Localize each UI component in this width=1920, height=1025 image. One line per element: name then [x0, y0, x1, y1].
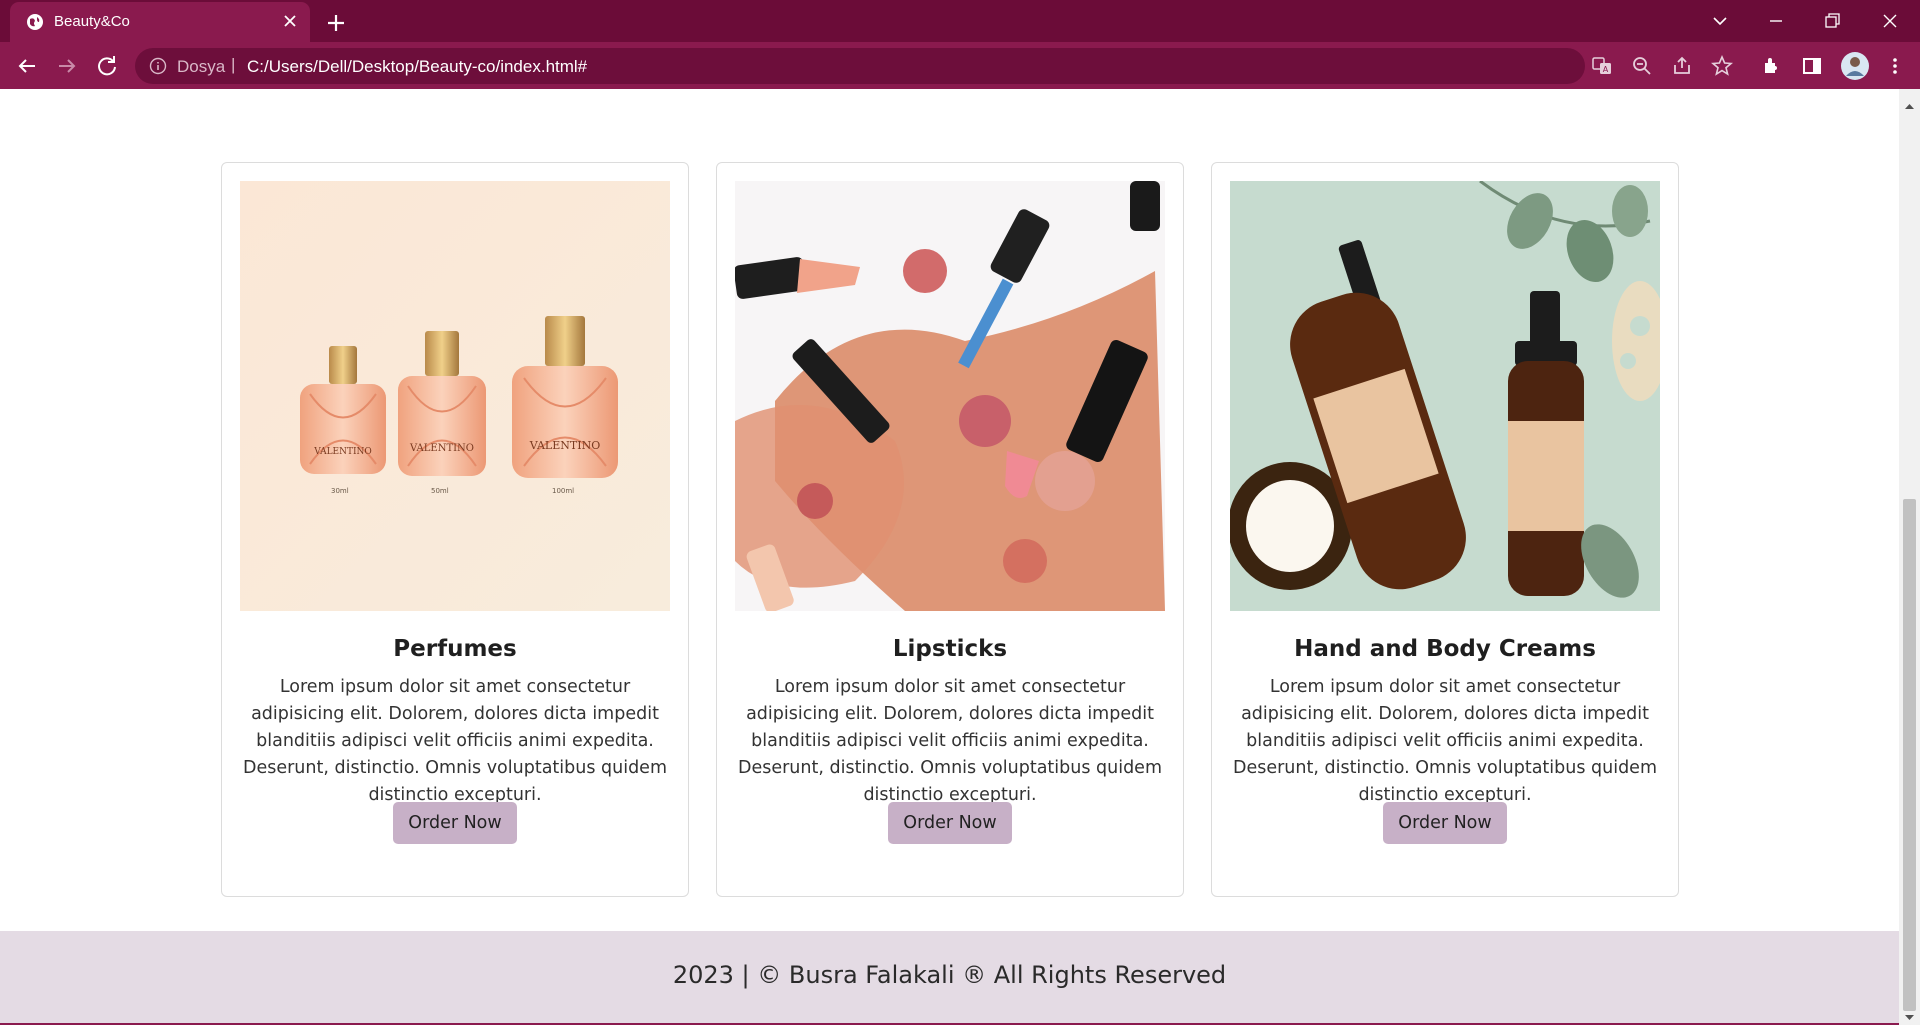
info-icon[interactable]: [149, 57, 167, 80]
forward-button[interactable]: [53, 52, 81, 80]
scroll-up-arrow-icon[interactable]: [1904, 95, 1915, 114]
back-button[interactable]: [13, 52, 41, 80]
address-url[interactable]: C:/Users/Dell/Desktop/Beauty-co/index.ht…: [247, 57, 587, 77]
minimize-icon[interactable]: [1762, 9, 1790, 33]
lipsticks-powder-image: [735, 181, 1165, 611]
scrollbar-thumb[interactable]: [1903, 499, 1916, 1011]
address-scheme-label: Dosya: [177, 57, 226, 76]
page-viewport: VALENTINO 30ml VALENTINO 50ml VALENTINO …: [0, 89, 1899, 1025]
product-description: Lorem ipsum dolor sit amet consectetur a…: [737, 677, 1163, 805]
product-card-lipsticks: Lipsticks Lorem ipsum dolor sit amet con…: [716, 162, 1184, 897]
bottle-label-3: VALENTINO: [529, 439, 600, 452]
extensions-icon[interactable]: [1760, 54, 1784, 78]
zoom-icon[interactable]: [1630, 54, 1654, 78]
product-description: Lorem ipsum dolor sit amet consectetur a…: [242, 677, 668, 805]
bottle-size-3: 100ml: [552, 487, 574, 495]
close-tab-icon[interactable]: [282, 13, 298, 33]
browser-toolbar: Dosya | C:/Users/Dell/Desktop/Beauty-co/…: [0, 42, 1920, 89]
side-panel-icon[interactable]: [1800, 54, 1824, 78]
product-title: Lipsticks: [892, 636, 1008, 662]
page-footer: 2023 | © Busra Falakali ® All Rights Res…: [0, 931, 1899, 1024]
globe-icon: [26, 13, 44, 35]
footer-copyright: 2023 | © Busra Falakali ® All Rights Res…: [672, 961, 1227, 989]
bottle-size-1: 30ml: [331, 487, 349, 495]
browser-tab[interactable]: Beauty&Co: [10, 2, 310, 42]
order-now-button[interactable]: Order Now: [888, 802, 1012, 844]
close-window-icon[interactable]: [1876, 9, 1904, 33]
bottle-size-2: 50ml: [431, 487, 449, 495]
product-description: Lorem ipsum dolor sit amet consectetur a…: [1232, 677, 1658, 805]
product-title: Hand and Body Creams: [1294, 636, 1596, 662]
vertical-scrollbar[interactable]: [1899, 89, 1920, 1025]
perfume-bottles-image: VALENTINO 30ml VALENTINO 50ml VALENTINO …: [240, 181, 670, 611]
product-card-perfumes: VALENTINO 30ml VALENTINO 50ml VALENTINO …: [221, 162, 689, 897]
address-separator: |: [231, 55, 236, 74]
tab-title: Beauty&Co: [54, 13, 130, 30]
tab-search-icon[interactable]: [1706, 9, 1734, 33]
tab-strip: Beauty&Co: [0, 0, 1920, 42]
order-now-button[interactable]: Order Now: [393, 802, 517, 844]
reload-button[interactable]: [93, 52, 121, 80]
profile-avatar[interactable]: [1840, 51, 1870, 81]
order-now-button[interactable]: Order Now: [1383, 802, 1507, 844]
svg-text:A: A: [1603, 65, 1609, 74]
cream-bottles-image: [1230, 181, 1660, 611]
translate-icon[interactable]: A: [1590, 54, 1614, 78]
bottle-label-2: VALENTINO: [409, 443, 474, 454]
scroll-down-arrow-icon[interactable]: [1904, 1007, 1915, 1025]
new-tab-button[interactable]: [322, 9, 350, 37]
bottle-label-1: VALENTINO: [313, 447, 372, 457]
menu-kebab-icon[interactable]: [1883, 54, 1907, 78]
bookmark-star-icon[interactable]: [1710, 54, 1734, 78]
address-bar[interactable]: Dosya | C:/Users/Dell/Desktop/Beauty-co/…: [135, 48, 1585, 84]
share-icon[interactable]: [1670, 54, 1694, 78]
restore-icon[interactable]: [1818, 9, 1846, 33]
product-title: Perfumes: [393, 636, 517, 662]
product-card-creams: Hand and Body Creams Lorem ipsum dolor s…: [1211, 162, 1679, 897]
